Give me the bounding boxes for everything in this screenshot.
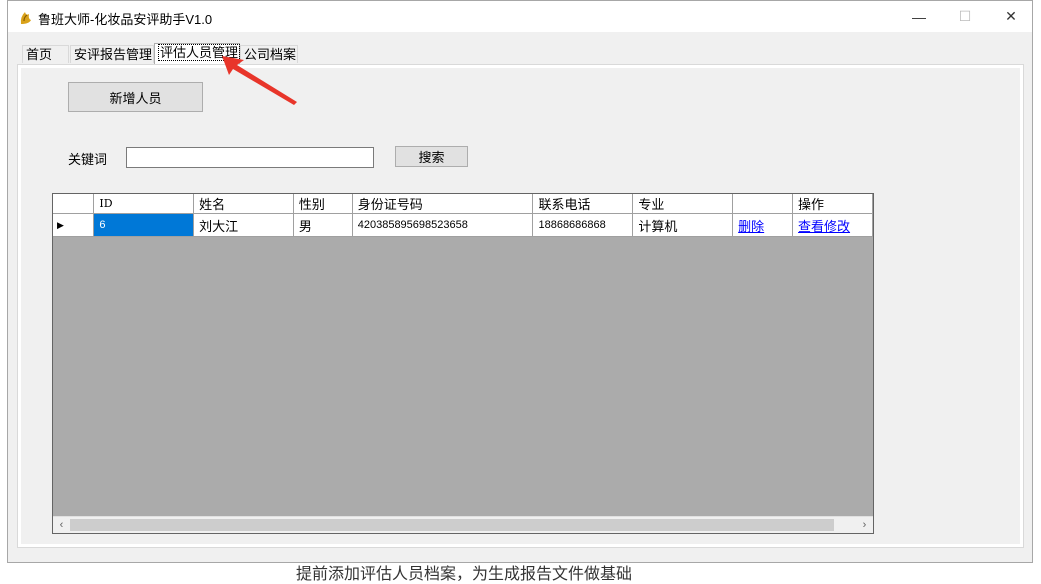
window-title: 鲁班大师-化妆品安评助手V1.0 <box>38 12 213 27</box>
tab-panel-content: 新增人员 关键词 搜索 ID 姓名 性别 身份证号码 联系电话 专业 操作 ▶ … <box>21 68 1020 544</box>
column-header-major[interactable]: 专业 <box>632 194 734 214</box>
horizontal-scrollbar[interactable]: ‹ › <box>53 516 873 533</box>
scroll-right-icon[interactable]: › <box>856 517 873 533</box>
column-header-delete[interactable] <box>732 194 794 214</box>
cell-major[interactable]: 计算机 <box>632 213 734 237</box>
cell-gender[interactable]: 男 <box>293 213 353 237</box>
tab-home-label: 首页 <box>26 47 53 62</box>
tab-safety-reports-label: 安评报告管理 <box>74 47 153 62</box>
cell-id[interactable]: 6 <box>93 213 195 237</box>
view-edit-link[interactable]: 查看修改 <box>798 219 850 234</box>
app-logo-icon <box>20 12 31 24</box>
column-header-actions[interactable]: 操作 <box>792 194 873 214</box>
cell-phone[interactable]: 18868686868 <box>532 213 634 237</box>
title-bar: 鲁班大师-化妆品安评助手V1.0 — ☐ ✕ <box>8 1 1032 32</box>
search-button[interactable]: 搜索 <box>395 146 468 167</box>
scroll-left-icon[interactable]: ‹ <box>53 517 70 533</box>
scrollbar-thumb[interactable] <box>70 519 834 531</box>
assessor-table: ID 姓名 性别 身份证号码 联系电话 专业 操作 ▶ 6 刘大江 男 4203… <box>53 194 873 237</box>
grid-header-row: ID 姓名 性别 身份证号码 联系电话 专业 操作 <box>53 194 873 214</box>
cell-delete[interactable]: 删除 <box>732 213 794 237</box>
delete-link[interactable]: 删除 <box>738 219 764 234</box>
maximize-button[interactable]: ☐ <box>942 1 988 32</box>
column-header-id[interactable]: ID <box>93 194 195 214</box>
table-row[interactable]: ▶ 6 刘大江 男 420385895698523658 18868686868… <box>53 213 873 237</box>
annotation-arrow-icon <box>222 56 297 105</box>
background-document-text: 提前添加评估人员档案，为生成报告文件做基础 <box>296 566 633 583</box>
tab-panel: 新增人员 关键词 搜索 ID 姓名 性别 身份证号码 联系电话 专业 操作 ▶ … <box>17 64 1024 548</box>
row-header-corner <box>53 194 95 214</box>
column-header-id-number[interactable]: 身份证号码 <box>352 194 534 214</box>
assessor-data-grid[interactable]: ID 姓名 性别 身份证号码 联系电话 专业 操作 ▶ 6 刘大江 男 4203… <box>52 193 874 534</box>
cell-id-number[interactable]: 420385895698523658 <box>352 213 534 237</box>
row-indicator[interactable]: ▶ <box>53 213 95 237</box>
minimize-button[interactable]: — <box>896 1 942 32</box>
tab-safety-reports[interactable]: 安评报告管理 <box>70 45 154 63</box>
column-header-name[interactable]: 姓名 <box>193 194 294 214</box>
cell-edit[interactable]: 查看修改 <box>792 213 873 237</box>
add-person-button[interactable]: 新增人员 <box>68 82 203 112</box>
column-header-gender[interactable]: 性别 <box>293 194 353 214</box>
column-header-phone[interactable]: 联系电话 <box>532 194 634 214</box>
tab-home[interactable]: 首页 <box>22 45 69 63</box>
keyword-label: 关键词 <box>68 152 108 167</box>
close-button[interactable]: ✕ <box>988 1 1034 32</box>
cell-name[interactable]: 刘大江 <box>193 213 294 237</box>
keyword-input[interactable] <box>126 147 374 168</box>
app-window: 鲁班大师-化妆品安评助手V1.0 — ☐ ✕ 首页 安评报告管理 评估人员管理 … <box>7 0 1033 563</box>
